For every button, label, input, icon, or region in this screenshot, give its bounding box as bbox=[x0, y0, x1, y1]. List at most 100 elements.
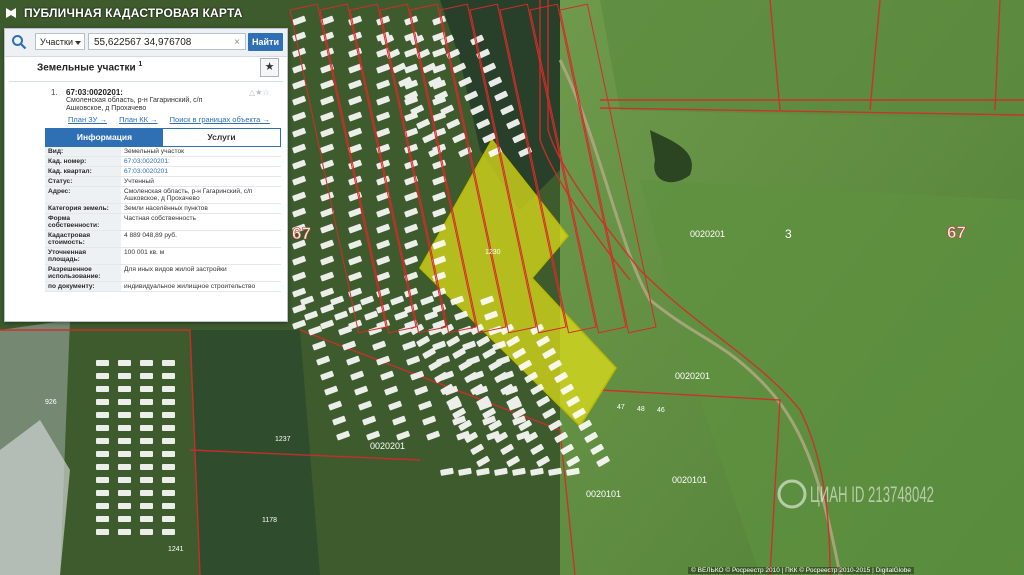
parcel-label: 1178 bbox=[262, 517, 277, 524]
tab-services[interactable]: Услуги bbox=[163, 129, 280, 146]
warning-star-icons[interactable]: △★☆ bbox=[249, 88, 270, 97]
attribute-row: по документу: индивидуальное жилищное стр… bbox=[45, 282, 281, 292]
parcel-lot[interactable] bbox=[140, 373, 153, 379]
attribute-key: Уточненная площадь: bbox=[45, 248, 121, 264]
parcel-lot[interactable] bbox=[162, 451, 175, 457]
parcel-lot[interactable] bbox=[96, 425, 109, 431]
parcel-lot[interactable] bbox=[118, 412, 131, 418]
parcel-lot[interactable] bbox=[140, 425, 153, 431]
attribute-table: Вид: Земельный участок Кад. номер: 67:03:00… bbox=[45, 147, 281, 292]
parcel-lot[interactable] bbox=[140, 464, 153, 470]
search-icon[interactable] bbox=[11, 34, 27, 50]
divider bbox=[9, 81, 283, 82]
parcel-lot[interactable] bbox=[162, 490, 175, 496]
parcel-lot[interactable] bbox=[118, 360, 131, 366]
attribute-key: Категория земель: bbox=[45, 204, 121, 213]
parcel-lot[interactable] bbox=[96, 399, 109, 405]
close-icon[interactable]: × bbox=[234, 34, 240, 51]
tab-bar: Информация Услуги bbox=[45, 128, 281, 147]
parcel-lot[interactable] bbox=[118, 451, 131, 457]
parcel-lot[interactable] bbox=[162, 477, 175, 483]
parcel-lot[interactable] bbox=[96, 412, 109, 418]
parcel-lot[interactable] bbox=[140, 490, 153, 496]
parcel-lot[interactable] bbox=[162, 412, 175, 418]
parcel-lot[interactable] bbox=[96, 464, 109, 470]
parcel-lot[interactable] bbox=[140, 386, 153, 392]
parcel-lot[interactable] bbox=[96, 516, 109, 522]
parcel-lot[interactable] bbox=[162, 399, 175, 405]
parcel-label: 926 bbox=[45, 399, 57, 406]
attribute-value: индивидуальное жилищное строительство bbox=[124, 283, 256, 290]
plan-zu-link[interactable]: План ЗУ → bbox=[68, 115, 107, 124]
parcel-lot[interactable] bbox=[140, 451, 153, 457]
parcel-lot[interactable] bbox=[118, 464, 131, 470]
parcel-lot[interactable] bbox=[96, 529, 109, 535]
parcel-lot[interactable] bbox=[140, 399, 153, 405]
parcel-label: 1230 bbox=[485, 249, 501, 256]
parcel-lot[interactable] bbox=[118, 477, 131, 483]
parcel-lot[interactable] bbox=[96, 360, 109, 366]
parcel-lot[interactable] bbox=[118, 399, 131, 405]
attribute-value: Земельный участок bbox=[124, 148, 185, 155]
attribute-value: 100 001 кв. м bbox=[124, 249, 165, 256]
parcel-lot[interactable] bbox=[162, 386, 175, 392]
parcel-lot[interactable] bbox=[118, 438, 131, 444]
result-item[interactable]: 1. 67:03:0020201: Смоленская область, р-… bbox=[9, 85, 283, 317]
tab-info[interactable]: Информация bbox=[46, 129, 163, 146]
plan-kk-link[interactable]: План КК → bbox=[119, 115, 158, 124]
parcel-lot[interactable] bbox=[118, 529, 131, 535]
parcel-lot[interactable] bbox=[118, 516, 131, 522]
parcel-lot[interactable] bbox=[96, 373, 109, 379]
favorite-star-icon[interactable]: ★ bbox=[260, 58, 279, 77]
parcel-lot[interactable] bbox=[118, 386, 131, 392]
search-type-label: Участки bbox=[40, 37, 73, 47]
find-button[interactable]: Найти bbox=[248, 33, 283, 51]
parcel-lot[interactable] bbox=[118, 503, 131, 509]
parcel-lot[interactable] bbox=[118, 425, 131, 431]
parcel-lot[interactable] bbox=[140, 477, 153, 483]
app-title: ПУБЛИЧНАЯ КАДАСТРОВАЯ КАРТА bbox=[24, 6, 243, 20]
attribute-value[interactable]: 67:03:0020201: bbox=[121, 157, 281, 166]
parcel-lot[interactable] bbox=[162, 516, 175, 522]
parcel-lot[interactable] bbox=[96, 490, 109, 496]
parcel-lot[interactable] bbox=[162, 529, 175, 535]
parcel-lot[interactable] bbox=[140, 438, 153, 444]
attribute-key: Вид: bbox=[45, 147, 121, 156]
search-in-bounds-link[interactable]: Поиск в границах объекта → bbox=[170, 115, 270, 124]
parcel-lot[interactable] bbox=[96, 438, 109, 444]
parcel-lot[interactable] bbox=[140, 516, 153, 522]
attribute-row: Вид: Земельный участок bbox=[45, 147, 281, 157]
parcel-lot[interactable] bbox=[162, 425, 175, 431]
parcel-lot[interactable] bbox=[162, 373, 175, 379]
app-header: ПУБЛИЧНАЯ КАДАСТРОВАЯ КАРТА bbox=[0, 0, 243, 26]
attribute-key: Разрешенное использование: bbox=[45, 265, 121, 281]
watermark-text: ЦИАН ID 213748042 bbox=[810, 482, 934, 507]
parcel-lot[interactable] bbox=[96, 477, 109, 483]
parcel-lot[interactable] bbox=[140, 503, 153, 509]
parcel-lot[interactable] bbox=[140, 360, 153, 366]
results-title-text: Земельные участки bbox=[37, 62, 136, 74]
attribute-value: 4 889 048,89 руб. bbox=[124, 232, 177, 239]
parcel-lot[interactable] bbox=[140, 412, 153, 418]
parcel-lot[interactable] bbox=[162, 438, 175, 444]
parcel-lot[interactable] bbox=[162, 360, 175, 366]
parcel-lot[interactable] bbox=[118, 373, 131, 379]
attribute-value: Частная собственность bbox=[124, 215, 196, 222]
search-type-select[interactable]: Участки bbox=[35, 33, 85, 50]
parcel-lot[interactable] bbox=[96, 386, 109, 392]
quarter-label: 0020101 bbox=[672, 475, 707, 485]
attribute-row: Уточненная площадь: 100 001 кв. м bbox=[45, 248, 281, 265]
parcel-lot[interactable] bbox=[162, 503, 175, 509]
search-input[interactable]: 55,622567 34,976708 × bbox=[88, 33, 246, 50]
parcel-lot[interactable] bbox=[162, 464, 175, 470]
result-address: Смоленская область, р-н Гагаринский, с/п… bbox=[66, 97, 203, 112]
chevron-down-icon bbox=[75, 41, 81, 45]
attribute-value[interactable]: 67:03:0020201 bbox=[121, 167, 281, 176]
parcel-lot[interactable] bbox=[118, 490, 131, 496]
parcel-lot[interactable] bbox=[96, 503, 109, 509]
parcel-lot[interactable] bbox=[96, 451, 109, 457]
region-label: 3 bbox=[785, 227, 792, 241]
attribute-key: Кад. номер: bbox=[45, 157, 121, 166]
map-copyright: © ВЕЛЬКО © Росреестр 2010 | ПКК © Росрее… bbox=[688, 567, 914, 574]
parcel-lot[interactable] bbox=[140, 529, 153, 535]
